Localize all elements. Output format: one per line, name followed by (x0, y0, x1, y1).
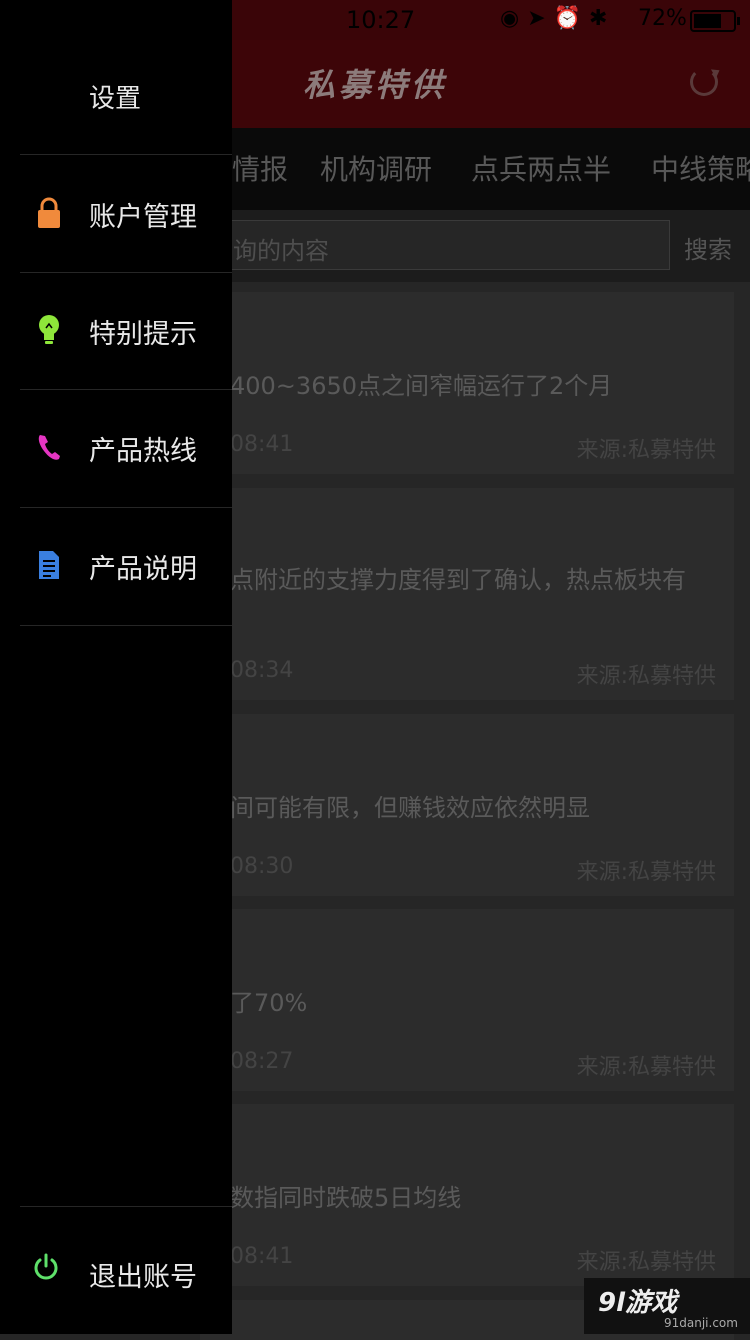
article-card[interactable]: 数指同时跌破5日均线 08:41 来源:私募特供 (200, 1104, 734, 1286)
article-title: 间可能有限，但赚钱效应依然明显 (230, 794, 590, 822)
article-source: 来源:私募特供 (576, 1055, 716, 1080)
lock-icon (38, 197, 60, 228)
status-time: 10:27 (346, 6, 416, 34)
drawer-title: 设置 (89, 84, 142, 114)
document-icon (39, 551, 59, 579)
tab-half-past-two[interactable]: 点兵两点半 (471, 148, 611, 188)
article-title: 数指同时跌破5日均线 (230, 1184, 462, 1212)
menu-item-hotline[interactable]: 产品热线 (0, 389, 232, 506)
article-card[interactable]: 点附近的支撑力度得到了确认，热点板块有 08:34 来源:私募特供 (200, 488, 734, 700)
phone-icon (38, 435, 60, 460)
article-time: 08:27 (230, 1049, 294, 1074)
battery-icon (690, 10, 740, 32)
menu-item-special-notice[interactable]: 特别提示 (0, 272, 232, 389)
battery-percent: 72% (638, 6, 687, 31)
tab-institution-research[interactable]: 机构调研 (320, 148, 432, 188)
article-time: 08:41 (230, 432, 294, 457)
article-source: 来源:私募特供 (576, 438, 716, 463)
article-title: 了70% (230, 989, 308, 1017)
article-time: 08:34 (230, 658, 294, 683)
article-title: 400~3650点之间窄幅运行了2个月 (230, 372, 613, 400)
menu-item-account[interactable]: 账户管理 (0, 155, 232, 272)
tab-midterm-strategy[interactable]: 中线策略 (651, 148, 750, 188)
article-source: 来源:私募特供 (576, 860, 716, 885)
side-drawer: 设置 账户管理 特别提示 产品热线 产品说明 退出账号 (0, 0, 232, 1334)
article-card[interactable]: 400~3650点之间窄幅运行了2个月 08:41 来源:私募特供 (200, 292, 734, 474)
logout-label: 退出账号 (89, 1262, 197, 1293)
search-button[interactable]: 搜索 (684, 230, 732, 265)
tab-intelligence[interactable]: 情报 (232, 148, 288, 188)
status-icons: ◉➤⏰✱ (500, 6, 616, 31)
divider (20, 625, 232, 626)
menu-item-label: 产品说明 (89, 554, 197, 585)
menu-item-product-description[interactable]: 产品说明 (0, 507, 232, 624)
menu-item-label: 特别提示 (89, 319, 197, 350)
refresh-icon[interactable] (690, 68, 718, 96)
menu-item-label: 产品热线 (89, 436, 197, 467)
article-card[interactable]: 间可能有限，但赚钱效应依然明显 08:30 来源:私募特供 (200, 714, 734, 896)
article-time: 08:41 (230, 1244, 294, 1269)
watermark-domain: 91danji.com (664, 1316, 738, 1330)
power-icon (34, 1253, 58, 1280)
article-card[interactable]: 了70% 08:27 来源:私募特供 (200, 909, 734, 1091)
article-title: 点附近的支撑力度得到了确认，热点板块有 (230, 566, 686, 594)
article-time: 08:30 (230, 854, 294, 879)
article-source: 来源:私募特供 (576, 664, 716, 689)
logout-button[interactable]: 退出账号 (0, 1207, 232, 1334)
site-watermark-logo: 9l游戏 91danji.com (584, 1278, 750, 1334)
menu-item-label: 账户管理 (89, 202, 197, 233)
lightbulb-icon (39, 315, 59, 344)
article-source: 来源:私募特供 (576, 1250, 716, 1275)
search-input[interactable]: 询的内容 (200, 220, 670, 270)
watermark-brand: 9l游戏 (598, 1288, 678, 1318)
